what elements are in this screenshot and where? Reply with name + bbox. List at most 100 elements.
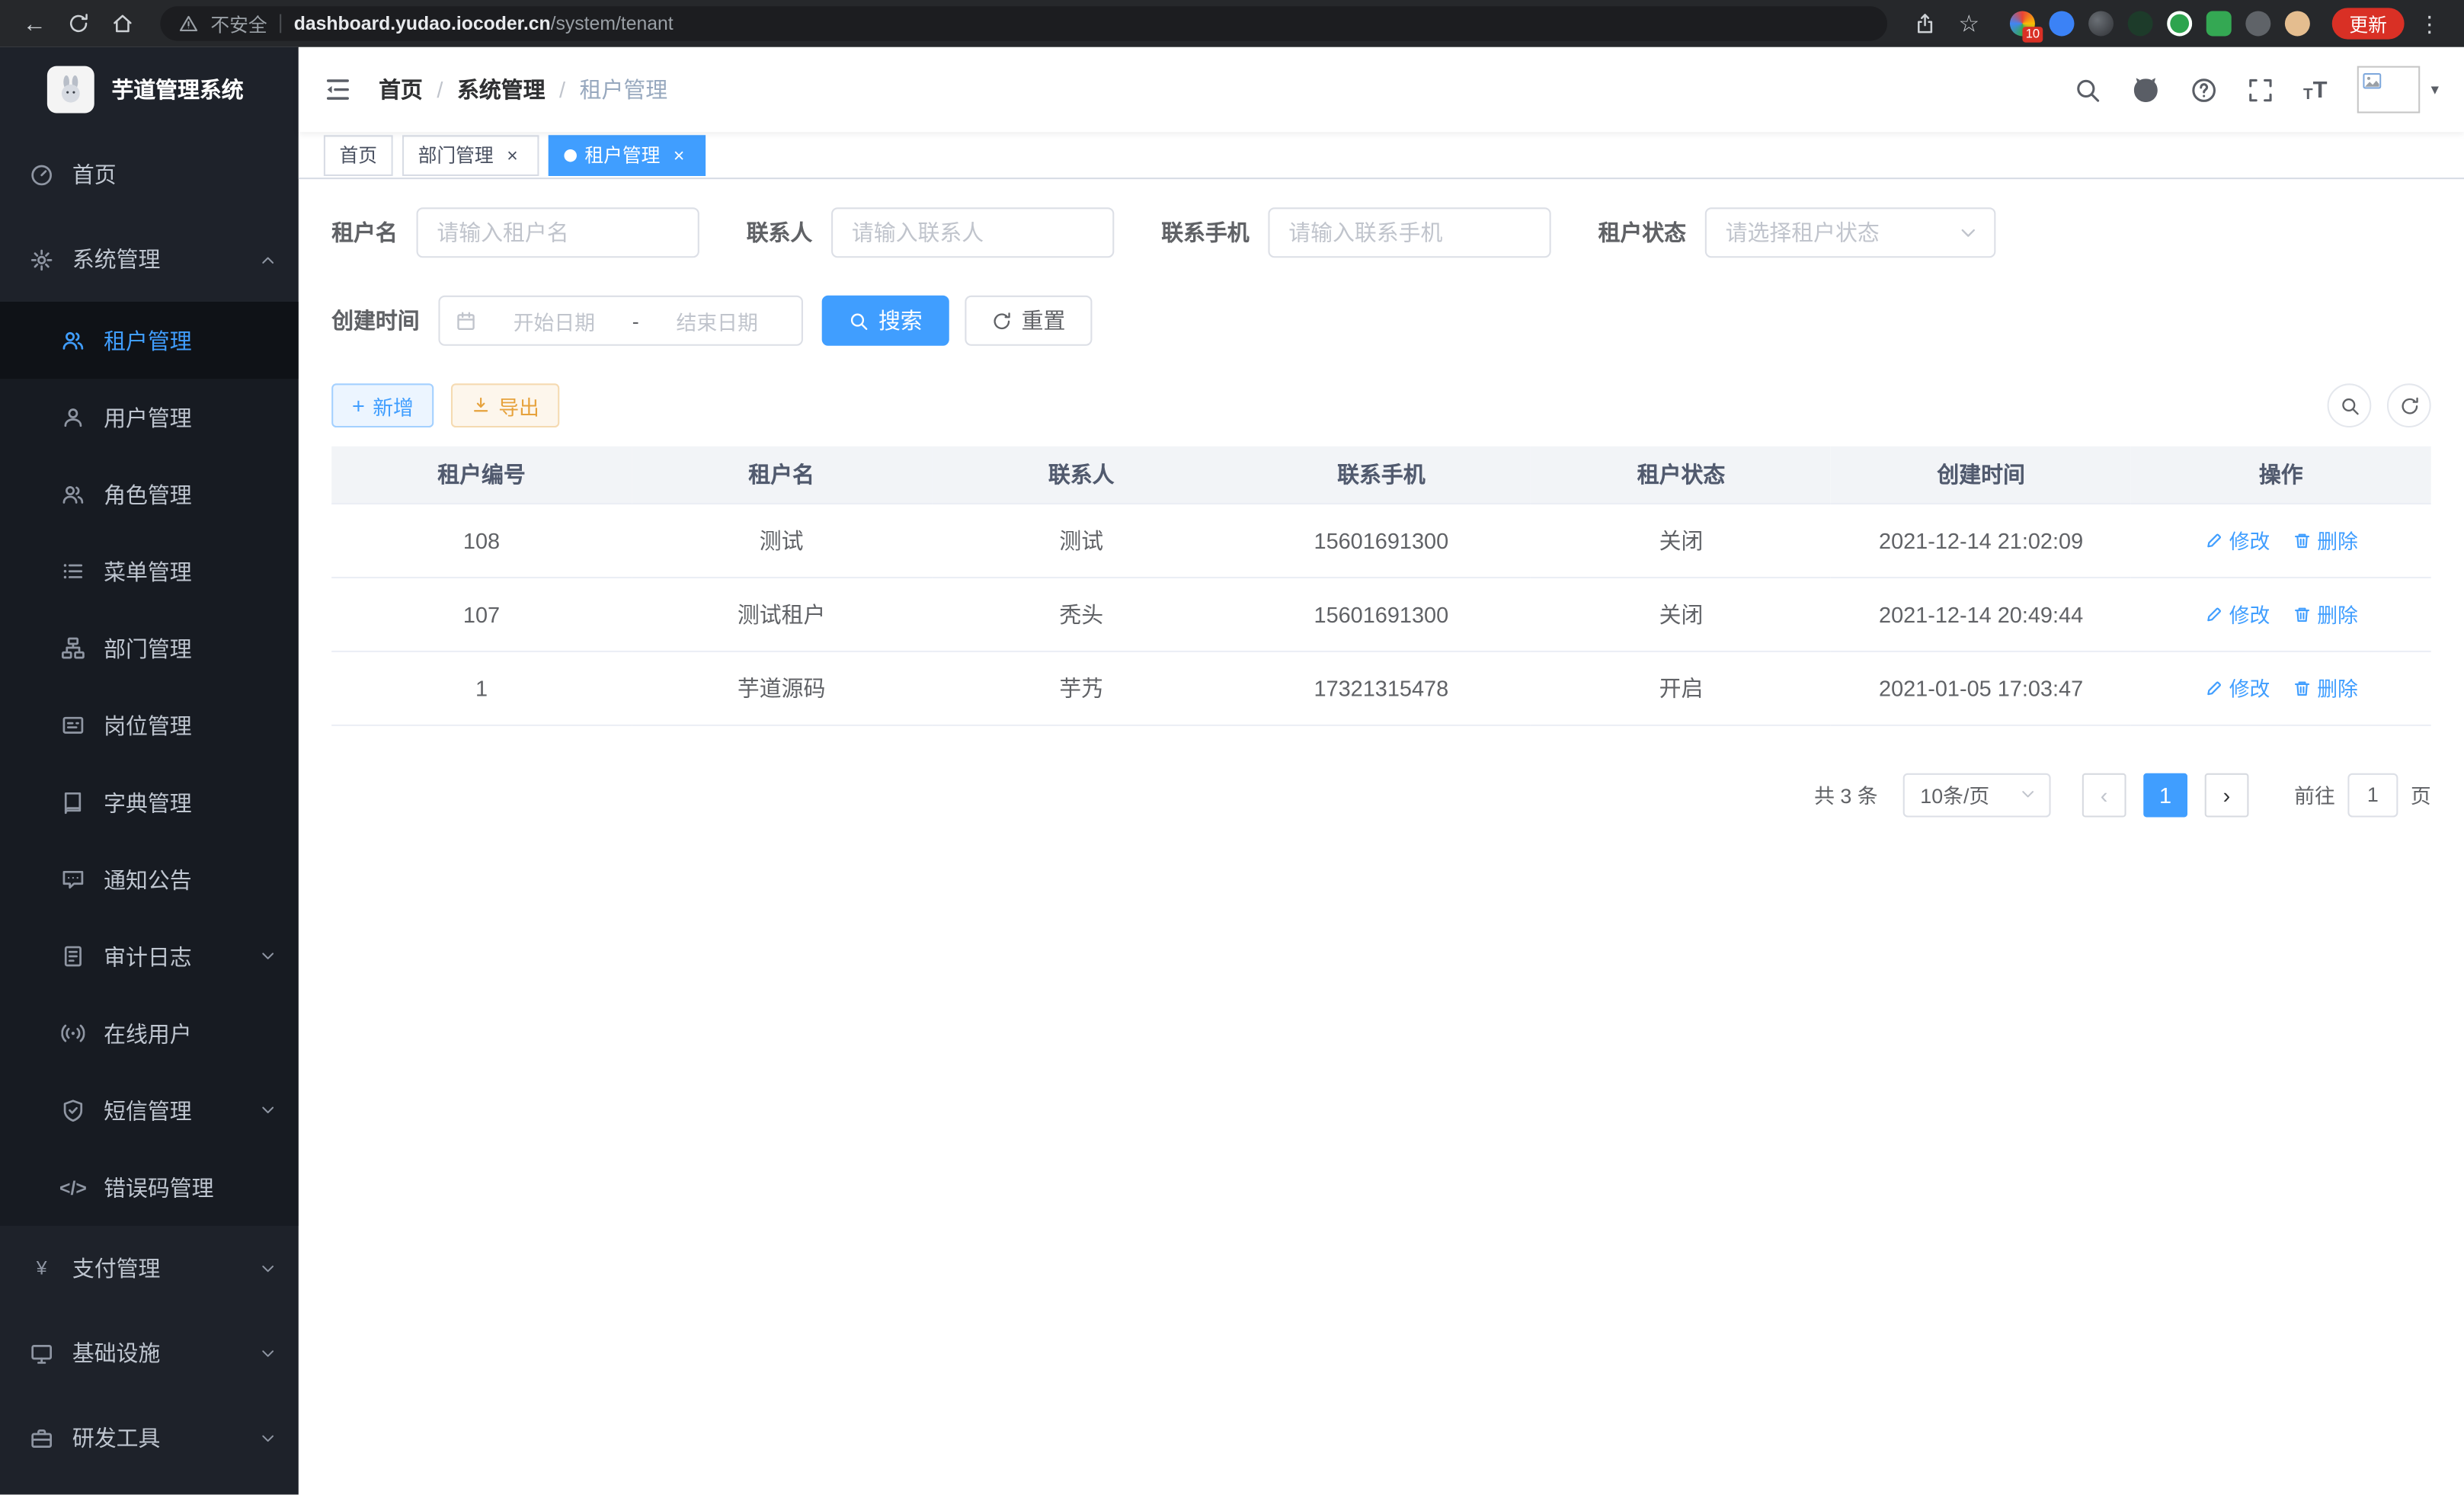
delete-link[interactable]: 删除 (2292, 673, 2358, 703)
help-icon[interactable] (2190, 76, 2216, 103)
export-button[interactable]: 导出 (451, 383, 559, 427)
chrome-update-button[interactable]: 更新 (2332, 8, 2405, 39)
sidebar-item-audit-log[interactable]: 审计日志 (0, 918, 299, 995)
profile-avatar-icon[interactable] (2285, 11, 2310, 36)
extension-icon-sphere[interactable] (2088, 11, 2114, 36)
bookmark-star-icon[interactable]: ☆ (1950, 5, 1989, 43)
next-page-button[interactable]: › (2205, 773, 2249, 817)
system-submenu: 租户管理 用户管理 角色管理 菜单管理 部门管理 (0, 302, 299, 1226)
app-logo-row[interactable]: 芋道管理系统 (0, 47, 299, 132)
contact-input[interactable] (831, 207, 1114, 258)
cell-id: 107 (331, 577, 632, 651)
sidebar-item-sms[interactable]: 短信管理 (0, 1072, 299, 1149)
tenant-name-input[interactable] (417, 207, 699, 258)
tag-dept[interactable]: 部门管理 × (402, 134, 539, 175)
breadcrumb-separator: / (559, 77, 565, 102)
date-end-placeholder: 结束日期 (648, 306, 786, 335)
page-1-button[interactable]: 1 (2143, 773, 2187, 817)
filter-row-1: 租户名 联系人 联系手机 租户状态 请选择租户状态 (331, 207, 2431, 258)
sidebar-item-system[interactable]: 系统管理 (0, 217, 299, 302)
browser-menu-icon[interactable]: ⋮ (2411, 5, 2449, 43)
navbar-actions: TT ▾ (2074, 66, 2439, 114)
cell-status: 关闭 (1531, 577, 1832, 651)
cell-contact: 测试 (931, 503, 1231, 577)
add-button[interactable]: + 新增 (331, 383, 434, 427)
calendar-icon (456, 310, 476, 331)
prev-page-button[interactable]: ‹ (2082, 773, 2126, 817)
cell-created: 2021-01-05 17:03:47 (1831, 651, 2131, 725)
browser-toolbar: ← 不安全 dashboard.yudao.iocoder.cn/system/… (0, 0, 2464, 47)
breadcrumb-system[interactable]: 系统管理 (457, 74, 546, 105)
sidebar-item-menu[interactable]: 菜单管理 (0, 533, 299, 610)
menu-label: 基础设施 (72, 1337, 161, 1369)
plus-icon: + (352, 395, 365, 417)
delete-link[interactable]: 删除 (2292, 599, 2358, 629)
user-avatar-menu[interactable]: ▾ (2357, 66, 2439, 114)
extension-icon-green-ring[interactable] (2167, 11, 2192, 36)
home-icon[interactable] (104, 5, 142, 43)
fullscreen-icon[interactable] (2247, 76, 2274, 103)
close-icon[interactable]: × (501, 144, 523, 166)
app-title: 芋道管理系统 (111, 74, 243, 105)
status-select[interactable]: 请选择租户状态 (1705, 207, 1996, 258)
sidebar-item-role[interactable]: 角色管理 (0, 456, 299, 533)
app-logo (47, 66, 94, 114)
sidebar-item-dashboard[interactable]: 首页 (0, 132, 299, 216)
breadcrumb-home[interactable]: 首页 (379, 74, 423, 105)
close-icon[interactable]: × (668, 144, 690, 166)
goto-page-input[interactable] (2347, 773, 2398, 817)
reload-icon[interactable] (59, 5, 98, 43)
menu-label: 用户管理 (104, 402, 192, 433)
address-bar[interactable]: 不安全 dashboard.yudao.iocoder.cn/system/te… (160, 6, 1887, 40)
delete-link[interactable]: 删除 (2292, 525, 2358, 555)
date-range-picker[interactable]: 开始日期 - 结束日期 (438, 296, 803, 346)
extension-icon-green-square[interactable] (2206, 11, 2232, 36)
breadcrumb-current: 租户管理 (580, 74, 668, 105)
breadcrumb-separator: / (437, 77, 443, 102)
sidebar-item-error-code[interactable]: </> 错误码管理 (0, 1149, 299, 1226)
back-icon[interactable]: ← (16, 5, 54, 43)
active-dot (565, 149, 578, 162)
mobile-input[interactable] (1268, 207, 1550, 258)
extension-icon-blue[interactable] (2049, 11, 2074, 36)
sidebar-item-pay[interactable]: ¥ 支付管理 (0, 1226, 299, 1311)
tag-home[interactable]: 首页 (324, 134, 393, 175)
sidebar-item-infra[interactable]: 基础设施 (0, 1311, 299, 1395)
header-search-icon[interactable] (2074, 76, 2101, 103)
github-icon[interactable] (2130, 75, 2160, 104)
menu-label: 通知公告 (104, 863, 192, 895)
audit-doc-icon (59, 945, 86, 968)
extension-icon-gray[interactable] (2245, 11, 2270, 36)
search-button[interactable]: 搜索 (822, 296, 949, 346)
show-search-button[interactable] (2328, 383, 2372, 427)
sidebar-toggle-icon[interactable] (324, 75, 352, 104)
refresh-table-button[interactable] (2387, 383, 2431, 427)
edit-link[interactable]: 修改 (2204, 599, 2270, 629)
cell-id: 1 (331, 651, 632, 725)
contact-label: 联系人 (747, 217, 813, 248)
page-url: dashboard.yudao.iocoder.cn/system/tenant (294, 13, 674, 35)
tags-view: 首页 部门管理 × 租户管理 × (299, 132, 2464, 179)
sidebar-item-dept[interactable]: 部门管理 (0, 610, 299, 687)
sidebar-item-online-user[interactable]: 在线用户 (0, 995, 299, 1072)
sidebar-item-dict[interactable]: 字典管理 (0, 764, 299, 840)
sidebar-item-devtool[interactable]: 研发工具 (0, 1396, 299, 1481)
extension-icon-colorful[interactable]: 10 (2010, 11, 2035, 36)
screen: ← 不安全 dashboard.yudao.iocoder.cn/system/… (0, 0, 2464, 1494)
chevron-up-icon (259, 251, 277, 268)
reset-button[interactable]: 重置 (965, 296, 1092, 346)
share-icon[interactable] (1906, 5, 1944, 43)
menu-label: 系统管理 (72, 244, 161, 275)
goto-label: 前往 (2294, 780, 2335, 809)
tag-tenant-active[interactable]: 租户管理 × (549, 134, 706, 175)
search-icon (2339, 395, 2360, 416)
sidebar-item-user[interactable]: 用户管理 (0, 379, 299, 456)
font-size-icon[interactable]: TT (2303, 76, 2328, 103)
page-size-select[interactable]: 10条/页 (1903, 773, 2051, 817)
sidebar-item-post[interactable]: 岗位管理 (0, 687, 299, 764)
extension-icon-darkgreen[interactable] (2128, 11, 2153, 36)
edit-link[interactable]: 修改 (2204, 525, 2270, 555)
sidebar-item-notice[interactable]: 通知公告 (0, 840, 299, 917)
edit-link[interactable]: 修改 (2204, 673, 2270, 703)
sidebar-item-tenant[interactable]: 租户管理 (0, 302, 299, 379)
